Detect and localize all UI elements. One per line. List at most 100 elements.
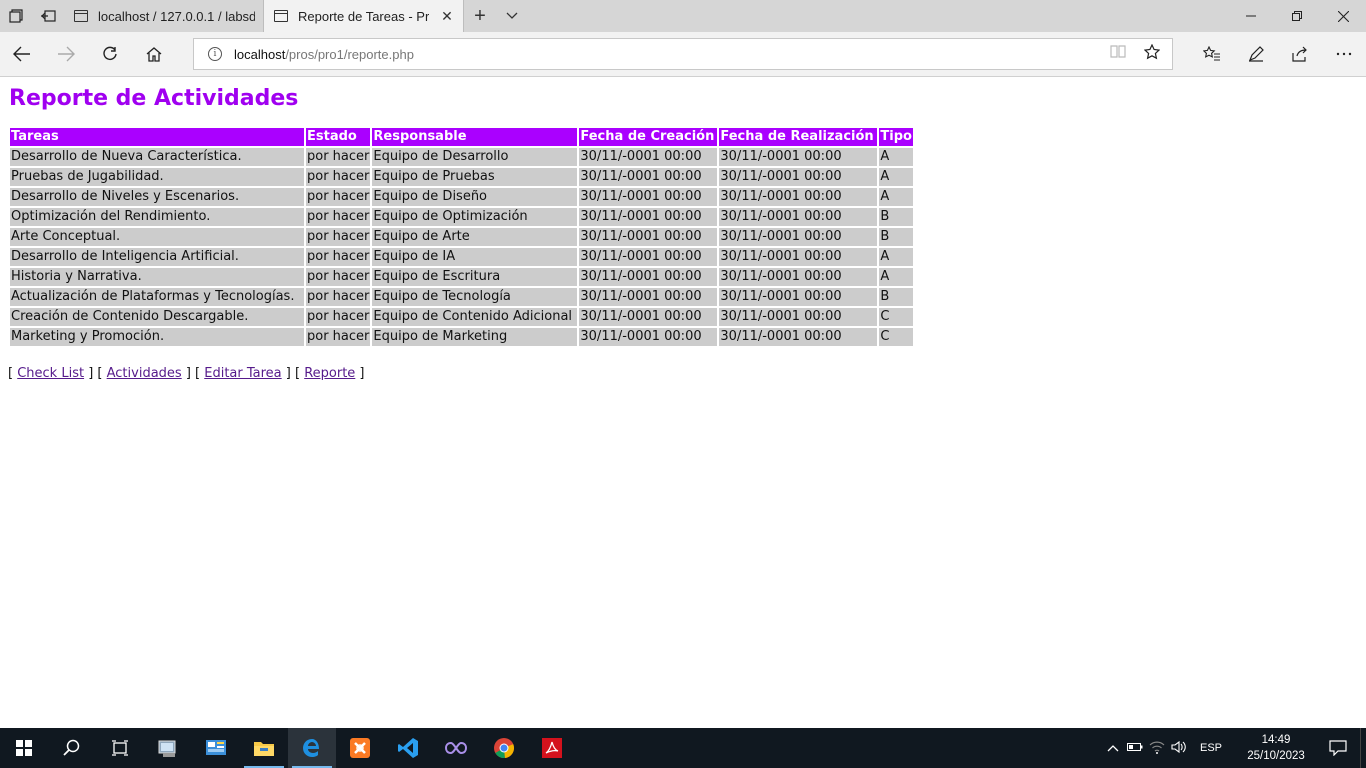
cell-responsable: Equipo de Desarrollo (372, 148, 578, 166)
cell-responsable: Equipo de Diseño (372, 188, 578, 206)
cell-tarea: Arte Conceptual. (10, 228, 304, 246)
cell-estado: por hacer (306, 308, 371, 326)
cell-fecha-realizacion: 30/11/-0001 00:00 (719, 228, 878, 246)
cell-fecha-creacion: 30/11/-0001 00:00 (579, 208, 718, 226)
clock[interactable]: 14:49 25/10/2023 (1236, 732, 1316, 764)
cell-fecha-realizacion: 30/11/-0001 00:00 (719, 168, 878, 186)
control-panel-icon[interactable] (192, 728, 240, 768)
cell-responsable: Equipo de Pruebas (372, 168, 578, 186)
cell-tarea: Historia y Narrativa. (10, 268, 304, 286)
link-editar-tarea[interactable]: Editar Tarea (204, 366, 281, 381)
chevron-up-icon[interactable] (1102, 741, 1124, 755)
cell-tarea: Desarrollo de Nueva Característica. (10, 148, 304, 166)
set-tabs-aside-icon[interactable] (32, 0, 64, 32)
cell-tipo: A (879, 188, 913, 206)
cell-fecha-realizacion: 30/11/-0001 00:00 (719, 288, 878, 306)
volume-icon[interactable] (1168, 740, 1190, 757)
url-path: /pros/pro1/reporte.php (285, 46, 414, 62)
cell-tipo: C (879, 308, 913, 326)
favorite-star-icon[interactable] (1143, 43, 1161, 64)
cell-fecha-realizacion: 30/11/-0001 00:00 (719, 148, 878, 166)
file-manager-icon[interactable] (144, 728, 192, 768)
file-explorer-icon[interactable] (240, 728, 288, 768)
table-row: Optimización del Rendimiento. por hacer Eq… (10, 208, 913, 226)
close-tab-icon[interactable]: ✕ (439, 8, 455, 25)
task-view-icon[interactable] (96, 728, 144, 768)
show-desktop-button[interactable] (1360, 728, 1366, 768)
clock-time: 14:49 (1261, 734, 1291, 746)
refresh-icon[interactable] (88, 32, 132, 76)
header-tareas: Tareas (10, 128, 304, 146)
bracket-open: [ (8, 366, 18, 381)
header-fecha-realizacion: Fecha de Realización (719, 128, 878, 146)
favorites-hub-icon[interactable] (1190, 32, 1234, 76)
more-options-icon[interactable] (1322, 32, 1366, 76)
reading-view-icon[interactable] (1110, 44, 1126, 64)
cell-tipo: A (879, 168, 913, 186)
link-reporte[interactable]: Reporte (304, 366, 355, 381)
notification-center-icon[interactable] (1316, 740, 1360, 756)
cell-tarea: Actualización de Plataformas y Tecnologí… (10, 288, 304, 306)
cell-fecha-creacion: 30/11/-0001 00:00 (579, 188, 718, 206)
tab-actions-icon[interactable] (0, 0, 32, 32)
address-bar[interactable]: i localhost/pros/pro1/reporte.php (193, 38, 1173, 70)
tab-title: localhost / 127.0.0.1 / labsd (98, 8, 255, 24)
cell-responsable: Equipo de Escritura (372, 268, 578, 286)
start-icon[interactable] (0, 728, 48, 768)
cell-estado: por hacer (306, 228, 371, 246)
cell-tipo: A (879, 148, 913, 166)
system-tray: ESP 14:49 25/10/2023 (1102, 728, 1366, 768)
tab-title: Reporte de Tareas - Pro (298, 8, 429, 24)
link-check-list[interactable]: Check List (17, 366, 84, 381)
cell-fecha-creacion: 30/11/-0001 00:00 (579, 308, 718, 326)
cell-estado: por hacer (306, 248, 371, 266)
cell-tipo: A (879, 268, 913, 286)
vscode-icon[interactable] (384, 728, 432, 768)
cell-fecha-creacion: 30/11/-0001 00:00 (579, 268, 718, 286)
table-row: Actualización de Plataformas y Tecnologí… (10, 288, 913, 306)
cell-responsable: Equipo de Marketing (372, 328, 578, 346)
cell-fecha-creacion: 30/11/-0001 00:00 (579, 168, 718, 186)
header-estado: Estado (306, 128, 371, 146)
table-row: Desarrollo de Niveles y Escenarios. por h… (10, 188, 913, 206)
home-icon[interactable] (132, 32, 176, 76)
edge-icon[interactable] (288, 728, 336, 768)
minimize-icon[interactable] (1228, 0, 1274, 32)
cell-fecha-realizacion: 30/11/-0001 00:00 (719, 328, 878, 346)
cell-fecha-creacion: 30/11/-0001 00:00 (579, 328, 718, 346)
cell-responsable: Equipo de IA (372, 248, 578, 266)
tab-reporte[interactable]: Reporte de Tareas - Pro ✕ (264, 0, 464, 32)
cell-fecha-creacion: 30/11/-0001 00:00 (579, 228, 718, 246)
chrome-icon[interactable] (480, 728, 528, 768)
xampp-icon[interactable] (336, 728, 384, 768)
site-info-icon[interactable]: i (208, 47, 222, 61)
table-row: Arte Conceptual. por hacer Equipo de Arte 3… (10, 228, 913, 246)
cell-estado: por hacer (306, 148, 371, 166)
link-actividades[interactable]: Actividades (107, 366, 182, 381)
cell-fecha-realizacion: 30/11/-0001 00:00 (719, 268, 878, 286)
new-tab-icon[interactable]: + (464, 0, 496, 32)
table-row: Marketing y Promoción. por hacer Equipo de… (10, 328, 913, 346)
page-icon (274, 10, 288, 22)
back-icon[interactable] (0, 32, 44, 76)
battery-icon[interactable] (1124, 741, 1146, 755)
wifi-icon[interactable] (1146, 740, 1168, 757)
chevron-down-icon[interactable] (496, 0, 528, 32)
page-content: Reporte de Actividades Tareas Estado Res… (0, 78, 1366, 728)
clock-date: 25/10/2023 (1247, 750, 1305, 762)
restore-icon[interactable] (1274, 0, 1320, 32)
tab-phpmyadmin[interactable]: localhost / 127.0.0.1 / labsd (64, 0, 264, 32)
close-window-icon[interactable] (1320, 0, 1366, 32)
forward-icon[interactable] (44, 32, 88, 76)
cell-tipo: B (879, 208, 913, 226)
cell-responsable: Equipo de Tecnología (372, 288, 578, 306)
web-note-pen-icon[interactable] (1234, 32, 1278, 76)
search-icon[interactable] (48, 728, 96, 768)
cell-estado: por hacer (306, 188, 371, 206)
visual-studio-icon[interactable] (432, 728, 480, 768)
cell-estado: por hacer (306, 208, 371, 226)
page-title: Reporte de Actividades (9, 86, 299, 111)
language-indicator[interactable]: ESP (1200, 742, 1222, 754)
share-icon[interactable] (1278, 32, 1322, 76)
acrobat-icon[interactable] (528, 728, 576, 768)
